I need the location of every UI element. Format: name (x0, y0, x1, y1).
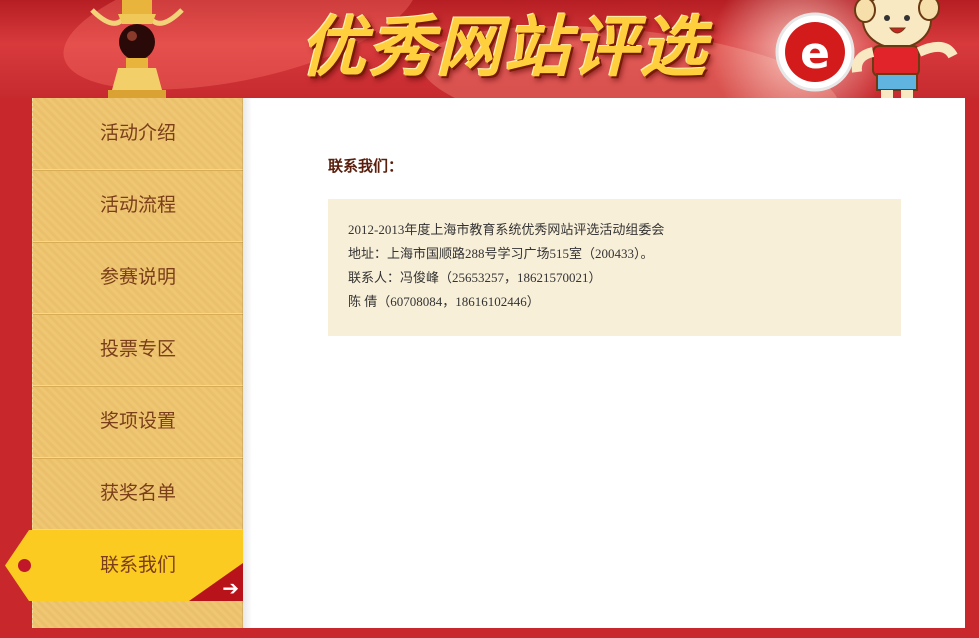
page-title: 联系我们： (328, 157, 404, 175)
contact-person-line: 联系人：冯俊峰（25653257，18621570021） (348, 270, 602, 285)
sidebar-item-entry-instructions[interactable]: 参赛说明 (33, 242, 243, 314)
svg-text:e: e (800, 28, 830, 79)
sidebar-item-label: 奖项设置 (99, 410, 176, 432)
organizer-line: 2012-2013年度上海市教育系统优秀网站评选活动组委会 (348, 222, 665, 237)
content-area: 联系我们： 2012-2013年度上海市教育系统优秀网站评选活动组委会 地址：上… (328, 153, 901, 336)
sidebar-item-label: 投票专区 (99, 338, 176, 360)
sidebar-shadow (242, 98, 252, 628)
cartoon-mascot-icon (851, 0, 958, 98)
banner-title: 优秀网站评选 (300, 8, 708, 86)
sidebar-item-label: 活动流程 (99, 194, 176, 216)
contact-info-box: 2012-2013年度上海市教育系统优秀网站评选活动组委会 地址：上海市国顺路2… (328, 199, 901, 336)
sidebar-item-winners-list[interactable]: 获奖名单 (33, 458, 243, 530)
sidebar-item-awards-setup[interactable]: 奖项设置 (33, 386, 243, 458)
sidebar-item-activity-intro[interactable]: 活动介绍 (33, 98, 243, 170)
sidebar-item-label: 活动介绍 (99, 122, 176, 144)
sidebar-nav: 活动介绍 活动流程 参赛说明 投票专区 奖项设置 获奖名单 ➔ 联系我们 (5, 98, 243, 628)
address-line: 地址：上海市国顺路288号学习广场515室（200433）。 (348, 246, 654, 261)
tag-hole-icon (18, 559, 31, 572)
sidebar-item-label: 参赛说明 (99, 266, 176, 288)
sidebar-item-activity-process[interactable]: 活动流程 (33, 170, 243, 242)
main-container: 活动介绍 活动流程 参赛说明 投票专区 奖项设置 获奖名单 ➔ 联系我们 联系我… (5, 98, 965, 628)
header-banner: 优秀网站评选 e (0, 0, 979, 98)
sidebar-item-label: 联系我们 (99, 554, 176, 576)
sidebar-menu: 活动介绍 活动流程 参赛说明 投票专区 奖项设置 获奖名单 ➔ 联系我们 (5, 98, 243, 601)
arrow-right-icon: ➔ (222, 576, 239, 600)
sidebar-item-voting-zone[interactable]: 投票专区 (33, 314, 243, 386)
sidebar-item-label: 获奖名单 (99, 482, 176, 504)
sidebar-item-contact-us[interactable]: ➔ 联系我们 (5, 530, 243, 601)
contact-person-line-2: 陈 倩（60708084，18616102446） (348, 294, 540, 309)
trophy-icon (90, 0, 184, 98)
